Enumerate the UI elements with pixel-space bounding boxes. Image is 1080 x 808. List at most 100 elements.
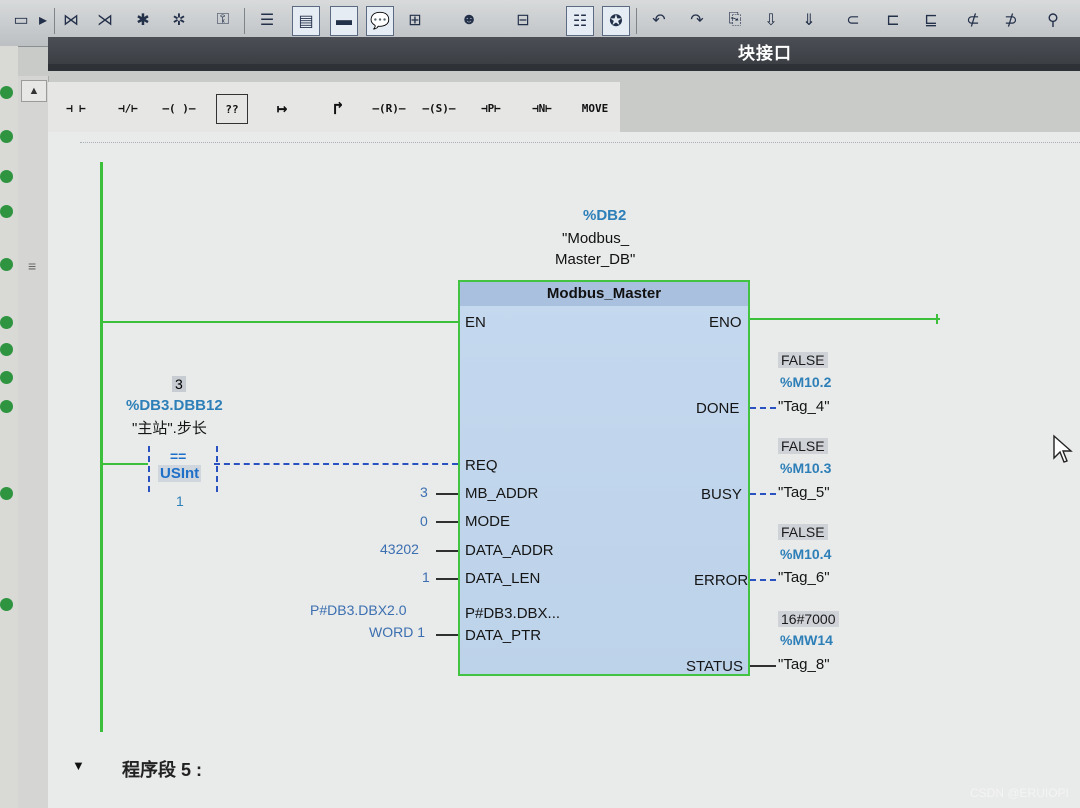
data-len-wire bbox=[436, 578, 458, 580]
toolbar-separator bbox=[54, 8, 55, 34]
status-dot-icon bbox=[0, 205, 13, 218]
data-addr-value[interactable]: 43202 bbox=[380, 541, 419, 557]
collapse-network-icon[interactable]: ▼ bbox=[72, 758, 85, 773]
power-rail bbox=[100, 162, 103, 732]
palette-empty-box[interactable]: ?? bbox=[216, 94, 248, 124]
palette-open-branch[interactable]: ↦ bbox=[262, 94, 302, 122]
ladder-insert-icon[interactable]: ⋈ bbox=[58, 6, 84, 34]
ladder-delete-icon[interactable]: ⋊ bbox=[92, 6, 118, 34]
toolbar-separator bbox=[636, 8, 637, 34]
fields-icon[interactable]: ▬ bbox=[330, 6, 358, 36]
status-dot-icon bbox=[0, 258, 13, 271]
delete-network-icon[interactable]: ↷ bbox=[684, 6, 710, 34]
error-address[interactable]: %M10.4 bbox=[780, 546, 831, 562]
favorite-icon[interactable]: ✪ bbox=[602, 6, 630, 36]
palette-p-trigger[interactable]: ⊣P⊢ bbox=[470, 94, 512, 122]
scroll-up-button[interactable]: ▲ bbox=[21, 80, 47, 102]
mode-value[interactable]: 0 bbox=[420, 513, 428, 529]
pin-data-len: DATA_LEN bbox=[465, 570, 541, 587]
compare-monitor-value: 3 bbox=[172, 376, 186, 392]
error-tag[interactable]: "Tag_6" bbox=[778, 569, 830, 586]
rung-move-icon[interactable]: ⊏ bbox=[880, 6, 906, 34]
pin-en: EN bbox=[465, 314, 486, 331]
absolute-addr-icon[interactable]: ⊞ bbox=[402, 6, 428, 34]
symbol-table-icon[interactable]: ☻ bbox=[456, 6, 482, 34]
status-address[interactable]: %MW14 bbox=[780, 632, 833, 648]
insert-network-icon[interactable]: ↶ bbox=[646, 6, 672, 34]
en-wire bbox=[100, 321, 458, 323]
pin-data-ptr: DATA_PTR bbox=[465, 627, 542, 644]
status-dot-icon bbox=[0, 598, 13, 611]
instance-db-address[interactable]: %DB2 bbox=[583, 207, 626, 224]
window-icon[interactable]: ▤ bbox=[292, 6, 320, 36]
compare-operator[interactable]: == bbox=[170, 448, 186, 464]
rung-insert-icon[interactable]: ⊂ bbox=[840, 6, 866, 34]
data-ptr-value-line2[interactable]: WORD 1 bbox=[369, 624, 425, 640]
req-wire bbox=[214, 463, 458, 465]
pin-busy: BUSY bbox=[701, 486, 742, 503]
palette-no-contact[interactable]: ⊣ ⊢ bbox=[56, 94, 96, 122]
eno-wire bbox=[750, 318, 940, 320]
status-dot-icon bbox=[0, 343, 13, 356]
status-tag[interactable]: "Tag_8" bbox=[778, 656, 830, 673]
rung-split-icon[interactable]: ⊑ bbox=[918, 6, 944, 34]
palette-reset-coil[interactable]: –(R)– bbox=[366, 94, 412, 122]
user-key-icon[interactable]: ⚿ bbox=[210, 6, 236, 34]
pin-eno: ENO bbox=[709, 314, 742, 331]
pin-req: REQ bbox=[465, 457, 498, 474]
compare-address[interactable]: %DB3.DBB12 bbox=[126, 397, 223, 414]
transfer-icon[interactable]: ⇩ bbox=[758, 6, 784, 34]
busy-monitor-value: FALSE bbox=[778, 438, 828, 454]
data-ptr-wire bbox=[436, 634, 458, 636]
compare-symbol[interactable]: "主站".步长 bbox=[132, 417, 207, 438]
status-dot-icon bbox=[0, 487, 13, 500]
instance-db-symbol-line2[interactable]: Master_DB" bbox=[555, 251, 635, 268]
status-dot-icon bbox=[0, 170, 13, 183]
block-interface-label[interactable]: 块接口 bbox=[738, 39, 792, 64]
monitor-icon[interactable]: ⇓ bbox=[796, 6, 822, 34]
comment-icon[interactable]: 💬 bbox=[366, 6, 394, 36]
status-dot-icon bbox=[0, 130, 13, 143]
list-view-icon[interactable]: ☰ bbox=[254, 6, 280, 34]
eno-wire-end bbox=[936, 314, 938, 324]
busy-tag[interactable]: "Tag_5" bbox=[778, 484, 830, 501]
palette-n-trigger[interactable]: ⊣N⊢ bbox=[520, 94, 564, 122]
instance-db-symbol-line1[interactable]: "Modbus_ bbox=[562, 230, 629, 247]
tag-icon[interactable]: ⚲ bbox=[1040, 6, 1066, 34]
data-ptr-value-line1[interactable]: P#DB3.DBX2.0 bbox=[310, 602, 407, 618]
data-len-value[interactable]: 1 bbox=[422, 569, 430, 585]
mb-addr-value[interactable]: 3 bbox=[420, 484, 428, 500]
data-addr-wire bbox=[436, 550, 458, 552]
compare-datatype[interactable]: USInt bbox=[158, 465, 202, 482]
pin-done: DONE bbox=[696, 400, 740, 417]
ladder-close-icon[interactable]: ✲ bbox=[166, 6, 192, 34]
mode-wire bbox=[436, 521, 458, 523]
next-network-title[interactable]: 程序段 5 : bbox=[122, 756, 202, 782]
palette-set-coil[interactable]: –(S)– bbox=[416, 94, 462, 122]
done-tag[interactable]: "Tag_4" bbox=[778, 398, 830, 415]
palette-close-branch[interactable]: ↱ bbox=[318, 94, 358, 122]
open-branch-icon[interactable]: ⊄ bbox=[960, 6, 986, 34]
close-branch-icon[interactable]: ⊅ bbox=[998, 6, 1024, 34]
compare-operand2[interactable]: 1 bbox=[176, 493, 184, 509]
scroll-icon[interactable]: ▸ bbox=[30, 6, 56, 34]
status-dot-icon bbox=[0, 371, 13, 384]
block-interface-splitter[interactable] bbox=[48, 64, 1080, 71]
palette-move[interactable]: MOVE bbox=[572, 94, 618, 122]
left-gutter bbox=[0, 46, 18, 808]
save-icon[interactable]: ⎘ bbox=[722, 6, 748, 34]
done-address[interactable]: %M10.2 bbox=[780, 374, 831, 390]
network-table-icon[interactable]: ⊟ bbox=[510, 6, 536, 34]
palette-coil[interactable]: –( )– bbox=[156, 94, 202, 122]
error-monitor-value: FALSE bbox=[778, 524, 828, 540]
panel-grip-icon[interactable]: ≡ bbox=[28, 258, 36, 274]
palette-nc-contact[interactable]: ⊣/⊢ bbox=[106, 94, 150, 122]
net-text-icon[interactable]: ☷ bbox=[566, 6, 594, 36]
status-dot-icon bbox=[0, 400, 13, 413]
error-wire bbox=[750, 579, 776, 581]
navigation-panel bbox=[18, 76, 49, 808]
ladder-branch-icon[interactable]: ✱ bbox=[130, 6, 156, 34]
req-rail-wire bbox=[100, 463, 148, 465]
block-name: Modbus_Master bbox=[546, 285, 662, 302]
busy-address[interactable]: %M10.3 bbox=[780, 460, 831, 476]
